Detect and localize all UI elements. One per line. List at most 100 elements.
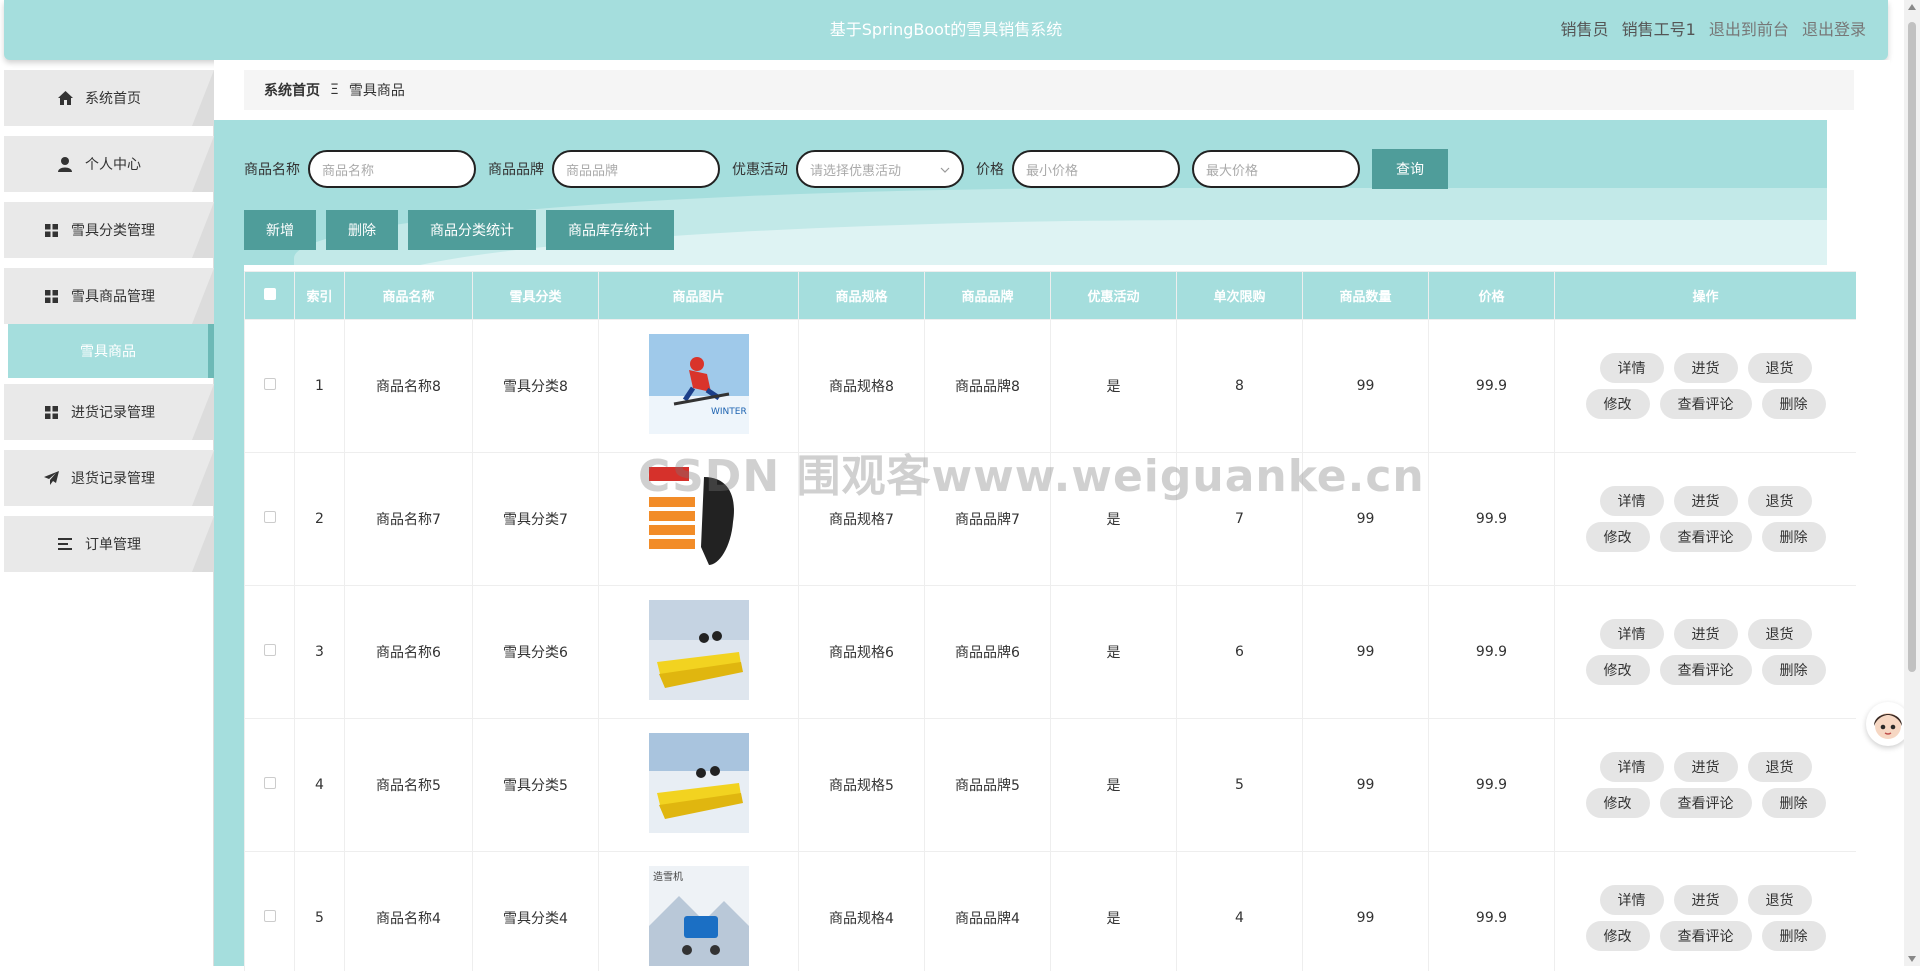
scroll-down-arrow[interactable] bbox=[1908, 956, 1916, 962]
cell-price: 99.9 bbox=[1429, 852, 1555, 971]
sidebar-item-return-records[interactable]: 退货记录管理 bbox=[4, 450, 214, 506]
stock-in-button[interactable]: 进货 bbox=[1674, 752, 1738, 782]
query-button[interactable]: 查询 bbox=[1372, 149, 1448, 189]
row-checkbox[interactable] bbox=[264, 378, 276, 390]
menu-skew bbox=[192, 70, 214, 126]
row-select-cell[interactable] bbox=[245, 586, 295, 719]
return-button[interactable]: 退货 bbox=[1748, 885, 1812, 915]
product-name-input[interactable]: 商品名称 bbox=[308, 150, 476, 188]
cell-image bbox=[599, 586, 799, 719]
edit-button[interactable]: 修改 bbox=[1586, 522, 1650, 552]
view-comments-button[interactable]: 查看评论 bbox=[1660, 921, 1752, 951]
cell-brand: 商品品牌6 bbox=[925, 586, 1051, 719]
product-image[interactable] bbox=[649, 733, 749, 833]
user-role: 销售员 bbox=[1560, 20, 1608, 39]
table-header-row: 索引 商品名称 雪具分类 商品图片 商品规格 商品品牌 优惠活动 单次限购 商品… bbox=[245, 272, 1857, 320]
edit-button[interactable]: 修改 bbox=[1586, 389, 1650, 419]
sidebar-item-orders[interactable]: 订单管理 bbox=[4, 516, 214, 572]
product-brand-input[interactable]: 商品品牌 bbox=[552, 150, 720, 188]
sidebar-item-label: 个人中心 bbox=[85, 154, 141, 174]
cell-brand: 商品品牌5 bbox=[925, 719, 1051, 852]
sidebar-item-profile[interactable]: 个人中心 bbox=[4, 136, 214, 192]
cell-index: 3 bbox=[295, 586, 345, 719]
logout-link[interactable]: 退出登录 bbox=[1802, 20, 1866, 39]
stock-in-button[interactable]: 进货 bbox=[1674, 486, 1738, 516]
edit-button[interactable]: 修改 bbox=[1586, 655, 1650, 685]
submenu-item-products[interactable]: 雪具商品 bbox=[8, 324, 214, 378]
return-button[interactable]: 退货 bbox=[1748, 752, 1812, 782]
stock-in-button[interactable]: 进货 bbox=[1674, 885, 1738, 915]
view-comments-button[interactable]: 查看评论 bbox=[1660, 655, 1752, 685]
min-price-input[interactable]: 最小价格 bbox=[1012, 150, 1180, 188]
row-checkbox[interactable] bbox=[264, 511, 276, 523]
list-icon bbox=[57, 536, 73, 552]
edit-button[interactable]: 修改 bbox=[1586, 921, 1650, 951]
column-header: 单次限购 bbox=[1177, 272, 1303, 320]
product-image[interactable]: 造雪机 bbox=[649, 866, 749, 966]
row-select-cell[interactable] bbox=[245, 852, 295, 971]
scroll-up-arrow[interactable] bbox=[1908, 4, 1916, 10]
sidebar-item-product-mgmt[interactable]: 雪具商品管理 bbox=[4, 268, 214, 324]
detail-button[interactable]: 详情 bbox=[1600, 486, 1664, 516]
row-select-cell[interactable] bbox=[245, 320, 295, 453]
row-select-cell[interactable] bbox=[245, 719, 295, 852]
table-row: 3商品名称6雪具分类6商品规格6商品品牌6是69999.9详情进货退货修改查看评… bbox=[245, 586, 1857, 719]
cell-promo: 是 bbox=[1051, 320, 1177, 453]
add-button[interactable]: 新增 bbox=[244, 210, 316, 250]
product-image[interactable] bbox=[649, 467, 749, 567]
view-comments-button[interactable]: 查看评论 bbox=[1660, 788, 1752, 818]
product-image[interactable] bbox=[649, 600, 749, 700]
view-comments-button[interactable]: 查看评论 bbox=[1660, 389, 1752, 419]
product-image[interactable]: WINTER bbox=[649, 334, 749, 434]
row-delete-button[interactable]: 删除 bbox=[1762, 921, 1826, 951]
action-toolbar: 新增 删除 商品分类统计 商品库存统计 bbox=[244, 210, 674, 250]
stock-in-button[interactable]: 进货 bbox=[1674, 353, 1738, 383]
page-scrollbar[interactable] bbox=[1904, 0, 1920, 966]
category-stats-button[interactable]: 商品分类统计 bbox=[408, 210, 536, 250]
max-price-input[interactable]: 最大价格 bbox=[1192, 150, 1360, 188]
row-checkbox[interactable] bbox=[264, 644, 276, 656]
cell-brand: 商品品牌7 bbox=[925, 453, 1051, 586]
row-delete-button[interactable]: 删除 bbox=[1762, 389, 1826, 419]
row-select-cell[interactable] bbox=[245, 453, 295, 586]
grid-icon bbox=[43, 288, 59, 304]
cell-qty: 99 bbox=[1303, 719, 1429, 852]
sidebar-item-label: 进货记录管理 bbox=[71, 402, 155, 422]
detail-button[interactable]: 详情 bbox=[1600, 619, 1664, 649]
send-icon bbox=[43, 470, 59, 486]
sidebar-item-stock-records[interactable]: 进货记录管理 bbox=[4, 384, 214, 440]
exit-to-front-link[interactable]: 退出到前台 bbox=[1709, 20, 1789, 39]
breadcrumb-home[interactable]: 系统首页 bbox=[264, 80, 320, 100]
row-checkbox[interactable] bbox=[264, 777, 276, 789]
row-checkbox[interactable] bbox=[264, 910, 276, 922]
scrollbar-thumb[interactable] bbox=[1908, 22, 1916, 672]
return-button[interactable]: 退货 bbox=[1748, 353, 1812, 383]
column-header: 索引 bbox=[295, 272, 345, 320]
return-button[interactable]: 退货 bbox=[1748, 619, 1812, 649]
detail-button[interactable]: 详情 bbox=[1600, 752, 1664, 782]
cell-category: 雪具分类8 bbox=[473, 320, 599, 453]
promo-select[interactable]: 请选择优惠活动 bbox=[796, 150, 964, 188]
grid-icon bbox=[43, 222, 59, 238]
column-header: 雪具分类 bbox=[473, 272, 599, 320]
detail-button[interactable]: 详情 bbox=[1600, 885, 1664, 915]
row-delete-button[interactable]: 删除 bbox=[1762, 655, 1826, 685]
cell-promo: 是 bbox=[1051, 453, 1177, 586]
detail-button[interactable]: 详情 bbox=[1600, 353, 1664, 383]
stock-in-button[interactable]: 进货 bbox=[1674, 619, 1738, 649]
select-all-checkbox[interactable] bbox=[264, 288, 276, 300]
sidebar-item-category-mgmt[interactable]: 雪具分类管理 bbox=[4, 202, 214, 258]
cell-ops: 详情进货退货修改查看评论删除 bbox=[1555, 320, 1857, 453]
return-button[interactable]: 退货 bbox=[1748, 486, 1812, 516]
edit-button[interactable]: 修改 bbox=[1586, 788, 1650, 818]
cell-qty: 99 bbox=[1303, 320, 1429, 453]
sidebar-item-home[interactable]: 系统首页 bbox=[4, 70, 214, 126]
cell-spec: 商品规格4 bbox=[799, 852, 925, 971]
view-comments-button[interactable]: 查看评论 bbox=[1660, 522, 1752, 552]
delete-button[interactable]: 删除 bbox=[326, 210, 398, 250]
stock-stats-button[interactable]: 商品库存统计 bbox=[546, 210, 674, 250]
header-user-area: 销售员 销售工号1 退出到前台 退出登录 bbox=[1552, 0, 1866, 60]
row-delete-button[interactable]: 删除 bbox=[1762, 788, 1826, 818]
row-delete-button[interactable]: 删除 bbox=[1762, 522, 1826, 552]
select-all-cell[interactable] bbox=[245, 272, 295, 320]
